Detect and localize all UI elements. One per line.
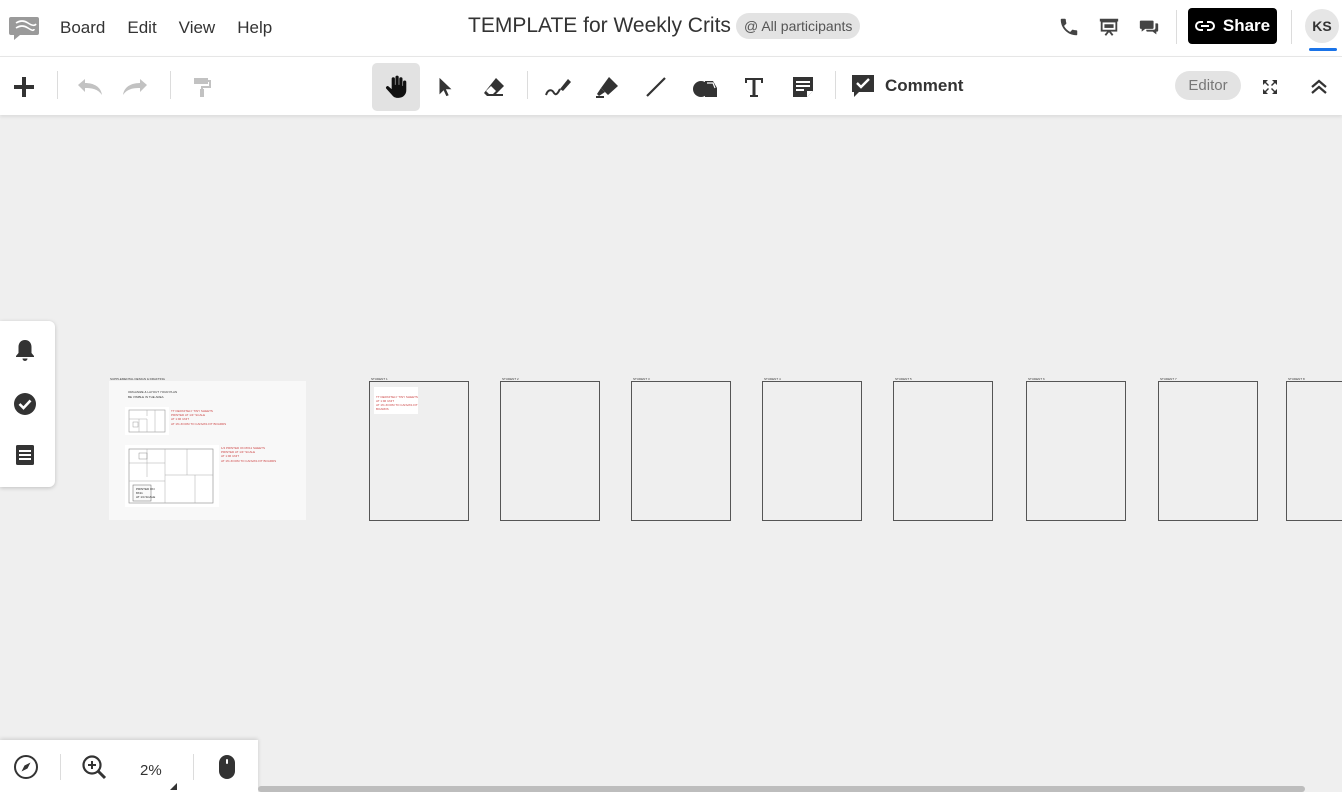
- hand-tool-button[interactable]: [372, 63, 420, 111]
- shapes-icon: [693, 81, 717, 97]
- bottom-divider: [60, 754, 61, 780]
- pen-icon: [545, 79, 571, 96]
- template-instructions-card[interactable]: ORGANIZE & LAYOUT YOUR PLAN BE VISIBLE I…: [109, 381, 306, 520]
- paint-roller-icon: [194, 78, 211, 97]
- line-tool-button[interactable]: [632, 63, 680, 111]
- plan-label: PRINTED ON 8X11 AT 1/4 SCALE: [136, 487, 155, 499]
- template-subtitle: ORGANIZE & LAYOUT YOUR PLAN: [128, 390, 178, 394]
- bottom-divider: [193, 754, 194, 780]
- template-subtitle: BE VISIBLE IN THE AREA: [128, 395, 164, 399]
- menu-view[interactable]: View: [179, 18, 216, 38]
- link-icon: [1194, 21, 1215, 31]
- redo-button[interactable]: [111, 63, 159, 111]
- student-frame[interactable]: TT DEFINITELY TINY SHEETS AT 1:96 UNIT A…: [369, 381, 469, 521]
- line-icon: [646, 77, 666, 97]
- hand-icon: [385, 75, 407, 98]
- shapes-tool-button[interactable]: [681, 63, 729, 111]
- menu-help[interactable]: Help: [237, 18, 272, 38]
- note-line: AT 1% ZOOM TO CANVAS FIT BOARDS: [171, 421, 227, 426]
- share-button[interactable]: Share: [1188, 8, 1277, 44]
- student-frame[interactable]: [893, 381, 993, 521]
- template-note: 1/4 PRINTED ON 8X11 SHEETS PRINTED AT 1/…: [221, 446, 276, 463]
- main-menu: Board Edit View Help: [60, 0, 294, 56]
- note-line: AT 1% ZOOM TO CANVAS FIT BOARDS: [221, 458, 277, 463]
- toolbar-divider: [835, 71, 836, 99]
- horizontal-scrollbar[interactable]: [258, 786, 1305, 792]
- format-painter-button[interactable]: [178, 63, 226, 111]
- add-button[interactable]: [0, 63, 48, 111]
- zoom-in-icon[interactable]: [81, 754, 107, 780]
- menu-edit[interactable]: Edit: [127, 18, 156, 38]
- collapse-toolbar-button[interactable]: [1295, 63, 1342, 111]
- plus-icon: [14, 77, 34, 97]
- user-avatar[interactable]: KS: [1305, 9, 1339, 43]
- bell-icon[interactable]: [13, 338, 37, 362]
- comment-button[interactable]: Comment: [850, 69, 963, 103]
- text-tool-button[interactable]: [730, 63, 778, 111]
- check-circle-icon[interactable]: [13, 392, 37, 416]
- chat-icon[interactable]: [1138, 16, 1160, 38]
- sticky-note-tool-button[interactable]: [779, 63, 827, 111]
- menu-board[interactable]: Board: [60, 18, 105, 38]
- student-frame[interactable]: [631, 381, 731, 521]
- role-badge: Editor: [1175, 71, 1241, 100]
- undo-icon: [78, 79, 102, 95]
- select-tool-button[interactable]: [421, 63, 469, 111]
- frame-note: TT DEFINITELY TINY SHEETS AT 1:96 UNIT A…: [374, 387, 418, 414]
- sticky-note-icon: [793, 77, 813, 97]
- student-frame[interactable]: [1158, 381, 1258, 521]
- student-frame[interactable]: [762, 381, 862, 521]
- toolbar-divider: [57, 71, 58, 99]
- board-title[interactable]: TEMPLATE for Weekly Crits: [468, 14, 731, 38]
- comment-label: Comment: [885, 76, 964, 95]
- zoom-dropdown-corner-icon[interactable]: [170, 783, 177, 790]
- side-panel: [0, 321, 55, 487]
- highlighter-tool-button[interactable]: [583, 63, 631, 111]
- header-divider: [1291, 10, 1292, 44]
- eraser-tool-button[interactable]: [470, 63, 518, 111]
- small-plan-sketch: [125, 407, 169, 435]
- compass-icon[interactable]: [13, 754, 39, 780]
- pen-tool-button[interactable]: [534, 63, 582, 111]
- toolbar-divider: [170, 71, 171, 99]
- comment-check-icon: [852, 75, 874, 97]
- student-frame[interactable]: [1026, 381, 1126, 521]
- student-frame[interactable]: [1286, 381, 1342, 521]
- redo-icon: [123, 79, 147, 95]
- zoom-level[interactable]: 2%: [140, 762, 162, 779]
- text-icon: [745, 78, 763, 97]
- undo-button[interactable]: [66, 63, 114, 111]
- header-divider: [1176, 10, 1177, 44]
- list-icon[interactable]: [13, 443, 37, 467]
- plan-label-line: AT 1/4 SCALE: [136, 495, 156, 499]
- expand-icon: [1263, 80, 1277, 94]
- avatar-indicator: [1309, 48, 1337, 51]
- large-plan-sketch: PRINTED ON 8X11 AT 1/4 SCALE: [125, 445, 219, 507]
- highlighter-icon: [596, 77, 618, 98]
- double-chevron-up-icon: [1311, 79, 1327, 94]
- eraser-icon: [484, 78, 504, 96]
- template-note: TT DEFINITELY TINY SHEETS PRINTED AT 1/4…: [171, 409, 226, 426]
- phone-icon[interactable]: [1058, 16, 1080, 38]
- presentation-icon[interactable]: [1098, 16, 1120, 38]
- mouse-icon[interactable]: [214, 754, 240, 780]
- cursor-arrow-icon: [439, 77, 452, 97]
- participants-badge[interactable]: @ All participants: [736, 13, 861, 39]
- note-line: AT 1% ZOOM TO CANVAS FIT BOARDS: [376, 403, 418, 411]
- top-bar: Board Edit View Help TEMPLATE for Weekly…: [0, 0, 1342, 56]
- fit-to-screen-button[interactable]: [1246, 63, 1294, 111]
- navigation-bar: 2%: [0, 740, 258, 792]
- tool-bar: Comment Editor: [0, 56, 1342, 115]
- share-label: Share: [1222, 16, 1271, 35]
- student-frame[interactable]: [500, 381, 600, 521]
- app-logo-icon[interactable]: [8, 14, 40, 42]
- toolbar-divider: [527, 71, 528, 99]
